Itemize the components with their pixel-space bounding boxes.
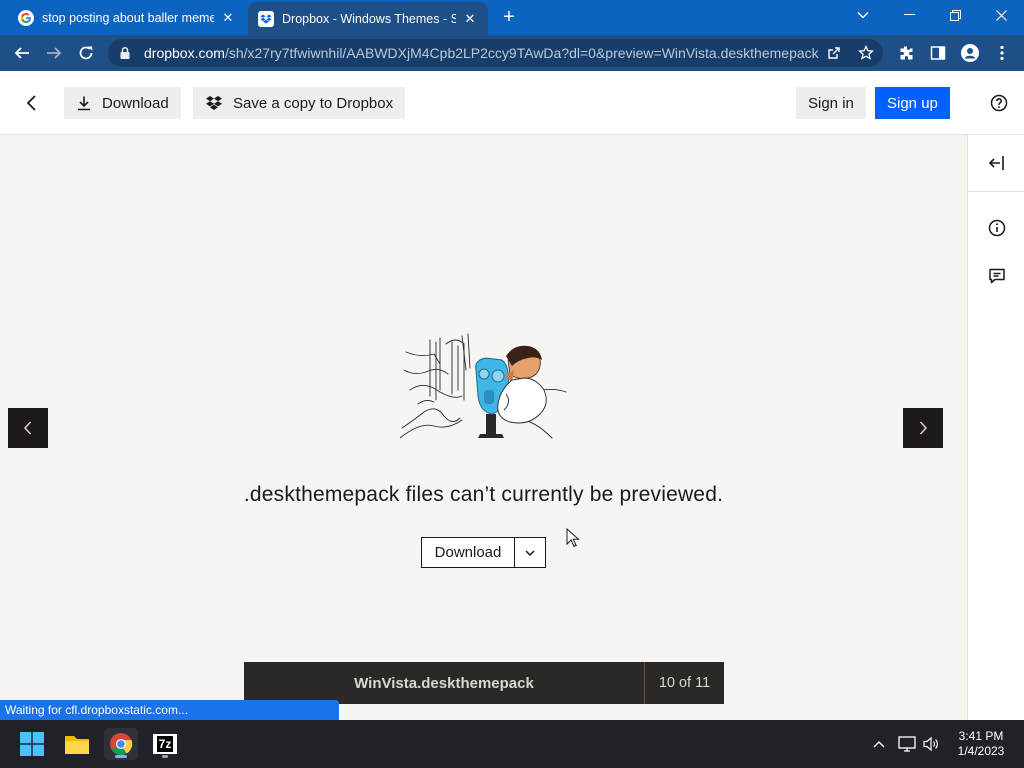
tab-title: stop posting about baller meme [42, 10, 214, 25]
tab-google[interactable]: stop posting about baller meme ✕ [8, 0, 246, 35]
dropbox-logo-icon [206, 96, 222, 110]
share-icon[interactable] [826, 45, 842, 61]
restore-icon[interactable] [932, 0, 978, 30]
back-icon[interactable] [9, 40, 35, 66]
status-bar: Waiting for cfl.dropboxstatic.com... [0, 700, 339, 720]
7zip-icon: 7z [153, 734, 177, 754]
chevron-left-icon [23, 421, 32, 435]
collapse-panel-icon[interactable] [987, 153, 1007, 173]
help-icon[interactable] [990, 94, 1008, 112]
dropbox-header: Download Save a copy to Dropbox Sign in … [0, 71, 1024, 135]
clock-time: 3:41 PM [958, 729, 1004, 743]
menu-kebab-icon[interactable] [989, 40, 1015, 66]
download-label: Download [102, 94, 169, 112]
new-tab-button[interactable]: + [498, 6, 520, 28]
close-tab-icon[interactable]: ✕ [462, 11, 478, 27]
system-clock[interactable]: 3:41 PM 1/4/2023 [950, 729, 1012, 759]
close-window-icon[interactable] [978, 0, 1024, 30]
network-icon[interactable] [897, 734, 917, 754]
minimize-icon[interactable] [886, 0, 932, 30]
tab-dropbox[interactable]: Dropbox - Windows Themes - Si ✕ [248, 2, 488, 35]
url-host: dropbox.com [144, 45, 225, 61]
binoculars-illustration [400, 333, 567, 439]
7zip-button[interactable]: 7z [148, 728, 182, 760]
preview-unavailable-message: .deskthemepack files can’t currently be … [243, 483, 724, 506]
preview-download-button[interactable]: Download [422, 538, 515, 567]
lock-icon[interactable] [118, 46, 132, 60]
7zip-label: 7z [156, 736, 174, 752]
profile-icon[interactable] [957, 40, 983, 66]
chrome-icon [110, 733, 133, 755]
url-text: dropbox.com/sh/x27ry7tfwiwnhil/AABWDXjM4… [144, 45, 834, 61]
chrome-button[interactable] [104, 728, 138, 760]
sign-up-label: Sign up [887, 94, 938, 112]
sign-in-button[interactable]: Sign in [796, 87, 866, 119]
google-icon [18, 9, 34, 26]
address-bar[interactable]: dropbox.com/sh/x27ry7tfwiwnhil/AABWDXjM4… [108, 39, 883, 67]
file-position: 10 of 11 [658, 675, 711, 691]
reload-icon[interactable] [73, 40, 99, 66]
back-arrow-icon[interactable] [22, 93, 42, 113]
download-split-button: Download [421, 537, 546, 568]
download-button[interactable]: Download [64, 87, 181, 119]
dropbox-icon [258, 10, 274, 27]
clock-date: 1/4/2023 [957, 744, 1005, 758]
windows-logo-icon [20, 732, 44, 756]
forward-icon[interactable] [41, 40, 67, 66]
bookmark-star-icon[interactable] [858, 45, 874, 61]
extensions-icon[interactable] [893, 40, 919, 66]
chevron-right-icon [919, 421, 928, 435]
comment-icon[interactable] [987, 266, 1007, 286]
mouse-cursor-icon [566, 528, 580, 548]
details-side-panel [967, 135, 1024, 720]
tab-search-icon[interactable] [840, 0, 886, 30]
show-hidden-icons-icon[interactable] [869, 734, 889, 754]
volume-icon[interactable] [921, 734, 941, 754]
file-info-bar: WinVista.deskthemepack 10 of 11 [244, 662, 724, 704]
url-path: /sh/x27ry7tfwiwnhil/AABWDXjM4Cpb2LP2ccy9… [224, 45, 819, 61]
sign-up-button[interactable]: Sign up [875, 87, 950, 119]
close-tab-icon[interactable]: ✕ [220, 10, 236, 26]
file-explorer-button[interactable] [60, 728, 94, 760]
next-file-button[interactable] [903, 408, 943, 448]
folder-icon [65, 736, 89, 754]
divider [968, 191, 1024, 192]
save-label: Save a copy to Dropbox [233, 94, 394, 112]
download-options-button[interactable] [515, 538, 545, 567]
chevron-down-icon [525, 549, 535, 556]
tab-title: Dropbox - Windows Themes - Si [282, 11, 456, 26]
start-button[interactable] [15, 728, 49, 760]
previous-file-button[interactable] [8, 408, 48, 448]
browser-tab-strip: stop posting about baller meme ✕ Dropbox… [0, 0, 1024, 35]
side-panel-icon[interactable] [925, 40, 951, 66]
save-to-dropbox-button[interactable]: Save a copy to Dropbox [193, 87, 406, 119]
download-icon [78, 96, 90, 111]
info-icon[interactable] [987, 218, 1007, 238]
file-name: WinVista.deskthemepack [354, 674, 534, 692]
running-indicator [162, 755, 168, 758]
browser-toolbar: dropbox.com/sh/x27ry7tfwiwnhil/AABWDXjM4… [0, 35, 1024, 71]
windows-taskbar: 7z 3:41 PM 1/4/2023 [0, 720, 1024, 768]
active-indicator [115, 755, 127, 758]
sign-in-label: Sign in [808, 94, 854, 112]
